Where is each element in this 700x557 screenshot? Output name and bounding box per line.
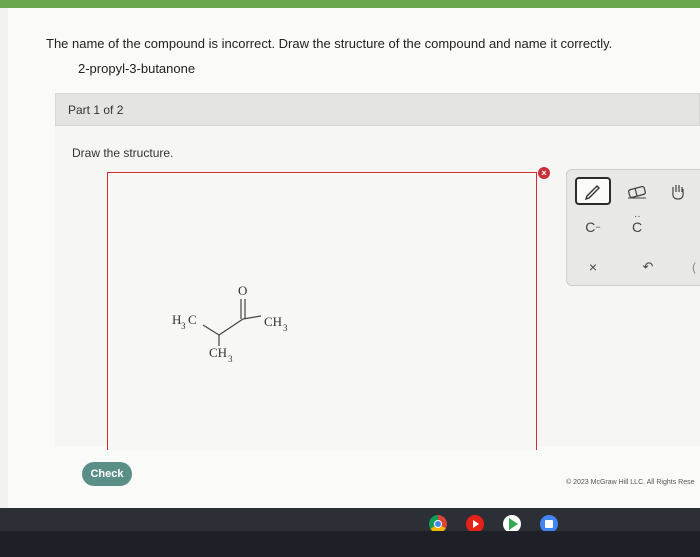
check-button[interactable]: Check [82,462,132,486]
draw-instruction: Draw the structure. [72,146,174,160]
delete-x-tool[interactable]: × [575,256,611,278]
drawing-toolbar: C − C ·· × ↶ ( [566,169,700,286]
undo-icon[interactable]: ↶ [633,256,663,278]
eraser-icon[interactable] [623,180,653,204]
carbene-tool[interactable]: C ·· [619,211,655,238]
bond-left [202,324,220,336]
pencil-icon[interactable] [575,177,611,205]
copyright-text: © 2023 McGraw Hill LLC. All Rights Rese [566,479,695,486]
left-methyl-sub: 3 [181,321,186,331]
more-label: ( [692,260,696,274]
question-prompt: The name of the compound is incorrect. D… [46,36,613,51]
branch-methyl-sub: 3 [228,354,233,364]
right-methyl-ch: CH [264,314,282,329]
part-label: Part 1 of 2 [68,103,124,117]
close-icon[interactable]: × [538,167,550,179]
more-tools-icon[interactable]: ( [687,256,700,278]
drawing-canvas[interactable]: O H 3 C CH 3 CH 3 [107,172,537,450]
top-stripe [0,0,700,8]
branch-methyl-ch: CH [209,345,227,360]
hand-icon[interactable] [663,180,693,204]
left-methyl-h: H [172,312,181,327]
carbanion-tool[interactable]: C − [575,216,611,238]
part-header: Part 1 of 2 [55,93,700,126]
taskbar-shelf [0,531,700,557]
oxygen-label: O [238,283,247,298]
undo-label: ↶ [642,259,654,274]
right-methyl-sub: 3 [283,323,288,333]
x-label: × [588,259,598,275]
compound-name: 2-propyl-3-butanone [78,61,196,76]
molecule-structure: O H 3 C CH 3 CH 3 [172,283,288,364]
bond-right [242,315,262,320]
left-methyl-c: C [188,312,197,327]
carbanion-label: C [585,219,596,235]
bond-center-left [218,318,244,336]
